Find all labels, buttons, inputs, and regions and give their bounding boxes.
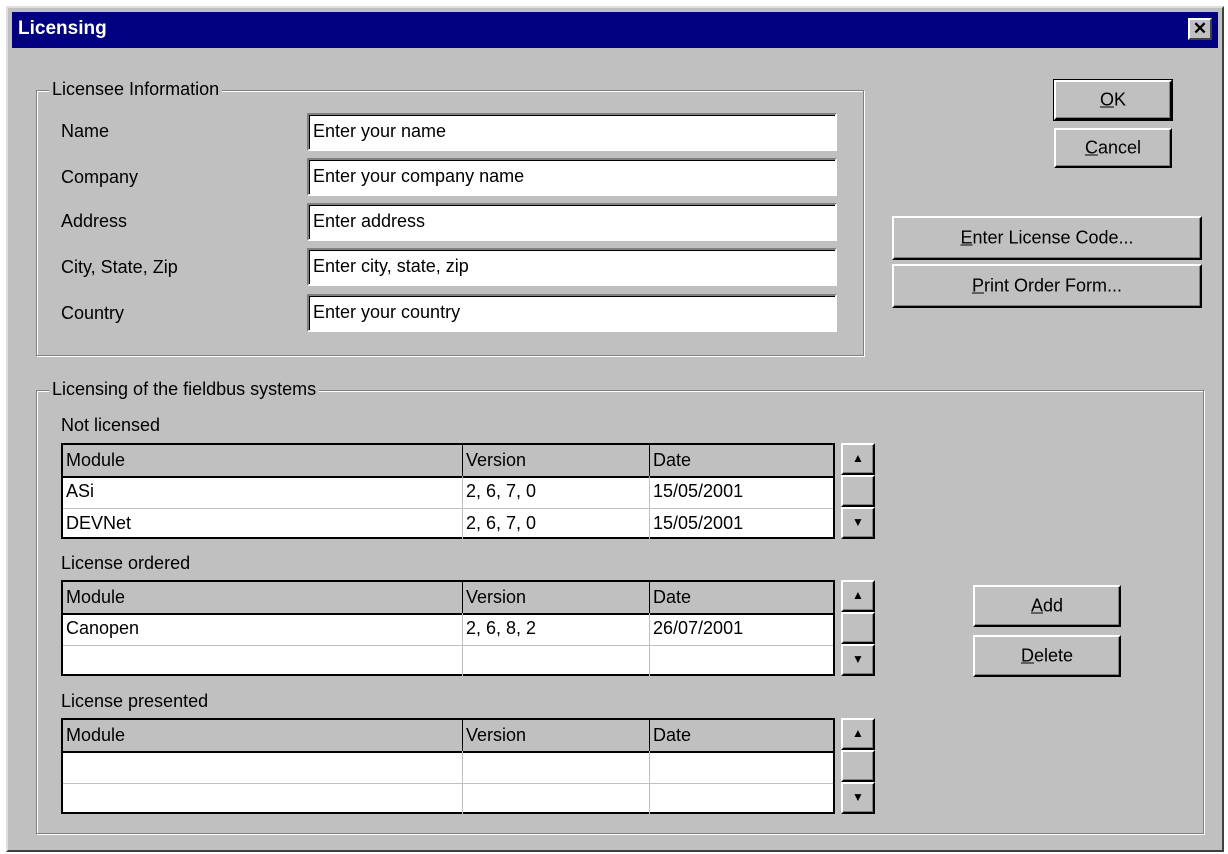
table-row[interactable] xyxy=(63,751,833,784)
col-header-date[interactable]: Date xyxy=(650,445,833,476)
cell-module xyxy=(63,783,463,815)
col-header-module[interactable]: Module xyxy=(63,582,463,613)
cancel-accel: C xyxy=(1084,137,1098,158)
col-header-module[interactable]: Module xyxy=(63,445,463,476)
name-label: Name xyxy=(61,121,110,141)
city-state-zip-field[interactable]: Enter city, state, zip xyxy=(307,248,837,286)
enter-code-label: nter License Code... xyxy=(972,227,1134,248)
city-state-zip-label: City, State, Zip xyxy=(61,257,178,277)
license-presented-scrollbar[interactable]: ▲ ▼ xyxy=(841,718,875,814)
name-field[interactable]: Enter your name xyxy=(307,113,837,151)
not-licensed-table[interactable]: Module Version Date ASi 2, 6, 7, 0 15/05… xyxy=(61,443,835,540)
cell-date xyxy=(650,645,833,677)
cell-module xyxy=(63,645,463,677)
table-row[interactable]: DEVNet 2, 6, 7, 0 15/05/2001 xyxy=(63,508,833,540)
address-field[interactable]: Enter address xyxy=(307,203,837,241)
scroll-up-button[interactable]: ▲ xyxy=(841,443,875,475)
table-row[interactable]: ASi 2, 6, 7, 0 15/05/2001 xyxy=(63,476,833,509)
col-header-version[interactable]: Version xyxy=(463,720,650,751)
ok-button[interactable]: OK xyxy=(1053,79,1173,121)
ok-label: K xyxy=(1114,89,1127,110)
company-field[interactable]: Enter your company name xyxy=(307,158,837,196)
col-header-date[interactable]: Date xyxy=(650,720,833,751)
close-icon: ✕ xyxy=(1192,19,1208,38)
fieldbus-legend: Licensing of the fieldbus systems xyxy=(49,379,320,400)
cell-module: Canopen xyxy=(63,613,463,645)
cell-date xyxy=(650,751,833,783)
country-label: Country xyxy=(61,303,125,323)
licensing-dialog: Licensing ✕ Licensee Information Name En… xyxy=(6,6,1224,852)
country-field[interactable]: Enter your country xyxy=(307,294,837,332)
arrow-up-icon: ▲ xyxy=(852,451,864,465)
table-row[interactable]: Canopen 2, 6, 8, 2 26/07/2001 xyxy=(63,613,833,646)
add-button[interactable]: Add xyxy=(973,585,1121,627)
table-header: Module Version Date xyxy=(63,582,833,615)
table-row[interactable] xyxy=(63,645,833,677)
company-label: Company xyxy=(61,167,139,187)
arrow-down-icon: ▼ xyxy=(852,515,864,529)
print-order-form-button[interactable]: Print Order Form... xyxy=(892,264,1202,308)
cell-module: DEVNet xyxy=(63,508,463,540)
cell-module: ASi xyxy=(63,476,463,508)
cancel-label: ancel xyxy=(1097,137,1142,158)
licensee-info-legend: Licensee Information xyxy=(49,79,223,100)
scroll-thumb[interactable] xyxy=(841,475,875,507)
cell-version xyxy=(463,751,650,783)
cell-module xyxy=(63,751,463,783)
cancel-button[interactable]: Cancel xyxy=(1054,128,1172,168)
scroll-thumb[interactable] xyxy=(841,750,875,782)
delete-button[interactable]: Delete xyxy=(973,635,1121,677)
cell-date: 15/05/2001 xyxy=(653,513,744,533)
address-label: Address xyxy=(61,211,128,231)
fieldbus-group: Licensing of the fieldbus systems Not li… xyxy=(36,379,1204,834)
license-ordered-label: License ordered xyxy=(61,553,191,573)
scroll-down-button[interactable]: ▼ xyxy=(841,644,875,676)
not-licensed-scrollbar[interactable]: ▲ ▼ xyxy=(841,443,875,539)
arrow-up-icon: ▲ xyxy=(852,588,864,602)
scroll-down-button[interactable]: ▼ xyxy=(841,782,875,814)
license-ordered-scrollbar[interactable]: ▲ ▼ xyxy=(841,580,875,676)
enter-license-code-button[interactable]: Enter License Code... xyxy=(892,216,1202,260)
cell-version: 2, 6, 8, 2 xyxy=(463,613,650,645)
cell-version xyxy=(463,783,650,815)
cell-date: 26/07/2001 xyxy=(653,618,744,638)
col-header-version[interactable]: Version xyxy=(463,445,650,476)
table-header: Module Version Date xyxy=(63,720,833,753)
license-ordered-table[interactable]: Module Version Date Canopen 2, 6, 8, 2 2… xyxy=(61,580,835,677)
table-row[interactable] xyxy=(63,783,833,815)
arrow-down-icon: ▼ xyxy=(852,652,864,666)
cell-version xyxy=(463,645,650,677)
enter-code-accel: E xyxy=(960,227,973,248)
print-form-label: rint Order Form... xyxy=(984,275,1123,296)
cell-version: 2, 6, 7, 0 xyxy=(463,508,650,540)
license-presented-table[interactable]: Module Version Date xyxy=(61,718,835,815)
col-header-module[interactable]: Module xyxy=(63,720,463,751)
delete-accel: D xyxy=(1020,645,1034,666)
cell-version: 2, 6, 7, 0 xyxy=(463,476,650,508)
arrow-down-icon: ▼ xyxy=(852,790,864,804)
licensee-info-group: Licensee Information Name Enter your nam… xyxy=(36,79,864,356)
scroll-down-button[interactable]: ▼ xyxy=(841,507,875,539)
cell-date xyxy=(650,783,833,815)
col-header-version[interactable]: Version xyxy=(463,582,650,613)
not-licensed-label: Not licensed xyxy=(61,415,161,435)
ok-accel: O xyxy=(1099,89,1114,110)
cell-date: 15/05/2001 xyxy=(653,481,744,501)
close-button[interactable]: ✕ xyxy=(1188,18,1212,40)
scroll-up-button[interactable]: ▲ xyxy=(841,580,875,612)
license-presented-label: License presented xyxy=(61,691,209,711)
col-header-date[interactable]: Date xyxy=(650,582,833,613)
print-form-accel: P xyxy=(971,275,984,296)
arrow-up-icon: ▲ xyxy=(852,726,864,740)
delete-label: elete xyxy=(1033,645,1074,666)
window-title: Licensing xyxy=(18,18,107,39)
table-header: Module Version Date xyxy=(63,445,833,478)
scroll-thumb[interactable] xyxy=(841,612,875,644)
add-label: dd xyxy=(1042,595,1064,616)
title-bar[interactable]: Licensing ✕ xyxy=(12,12,1218,48)
scroll-up-button[interactable]: ▲ xyxy=(841,718,875,750)
add-accel: A xyxy=(1030,595,1043,616)
